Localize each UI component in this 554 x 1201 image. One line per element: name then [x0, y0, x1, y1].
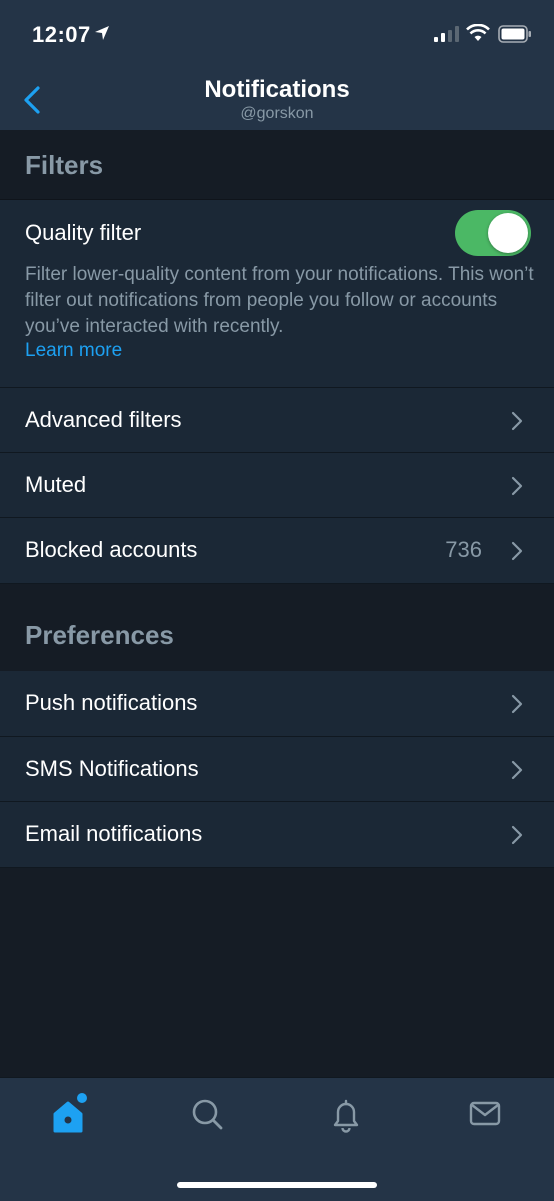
filters-section-title: Filters	[25, 150, 104, 180]
filters-section-header: Filters	[0, 130, 554, 200]
toggle-knob	[488, 213, 528, 253]
email-notifications-row[interactable]: Email notifications	[0, 802, 554, 867]
search-icon	[192, 1099, 223, 1130]
tab-messages[interactable]	[455, 1090, 515, 1140]
preferences-section-header: Preferences	[0, 583, 554, 672]
blocked-accounts-count: 736	[445, 537, 482, 562]
tab-search[interactable]	[177, 1090, 237, 1140]
location-arrow-icon	[95, 26, 109, 40]
chevron-right-icon	[511, 694, 523, 714]
chevron-right-icon	[511, 476, 523, 496]
quality-filter-description: Filter lower-quality content from your n…	[25, 264, 534, 337]
tab-home[interactable]	[38, 1090, 98, 1140]
tab-notifications[interactable]	[316, 1090, 376, 1140]
filters-group: Quality filter Filter lower-quality cont…	[0, 200, 554, 583]
muted-row[interactable]: Muted	[0, 453, 554, 518]
quality-filter-label: Quality filter	[25, 220, 142, 245]
wifi-icon	[466, 24, 490, 41]
chevron-right-icon	[511, 411, 523, 431]
preferences-section-title: Preferences	[25, 620, 174, 650]
bell-icon	[333, 1099, 359, 1133]
page-subtitle: @gorskon	[240, 105, 314, 122]
learn-more-link[interactable]: Learn more	[25, 340, 122, 362]
nav-bar: Notifications @gorskon	[0, 70, 554, 130]
home-indicator[interactable]	[177, 1182, 377, 1188]
chevron-right-icon	[511, 825, 523, 845]
row-label: Email notifications	[25, 821, 203, 846]
advanced-filters-row[interactable]: Advanced filters	[0, 388, 554, 453]
row-label: SMS Notifications	[25, 756, 199, 781]
cellular-signal-icon	[434, 26, 459, 42]
page-title: Notifications	[204, 76, 350, 103]
status-time: 12:07	[32, 22, 91, 47]
chevron-right-icon	[511, 760, 523, 780]
quality-filter-toggle[interactable]	[455, 210, 531, 256]
blocked-accounts-row[interactable]: Blocked accounts 736	[0, 518, 554, 583]
row-label: Push notifications	[25, 690, 198, 715]
mail-icon	[469, 1101, 501, 1126]
home-icon	[53, 1093, 87, 1133]
chevron-right-icon	[511, 541, 523, 561]
battery-icon	[498, 25, 531, 43]
status-bar: 12:07	[0, 0, 554, 70]
preferences-group: Push notifications SMS Notifications Ema…	[0, 671, 554, 868]
row-label: Blocked accounts	[25, 537, 198, 562]
sms-notifications-row[interactable]: SMS Notifications	[0, 737, 554, 802]
row-label: Muted	[25, 472, 87, 497]
push-notifications-row[interactable]: Push notifications	[0, 671, 554, 736]
row-label: Advanced filters	[25, 407, 182, 432]
quality-filter-row: Quality filter Filter lower-quality cont…	[0, 200, 554, 387]
